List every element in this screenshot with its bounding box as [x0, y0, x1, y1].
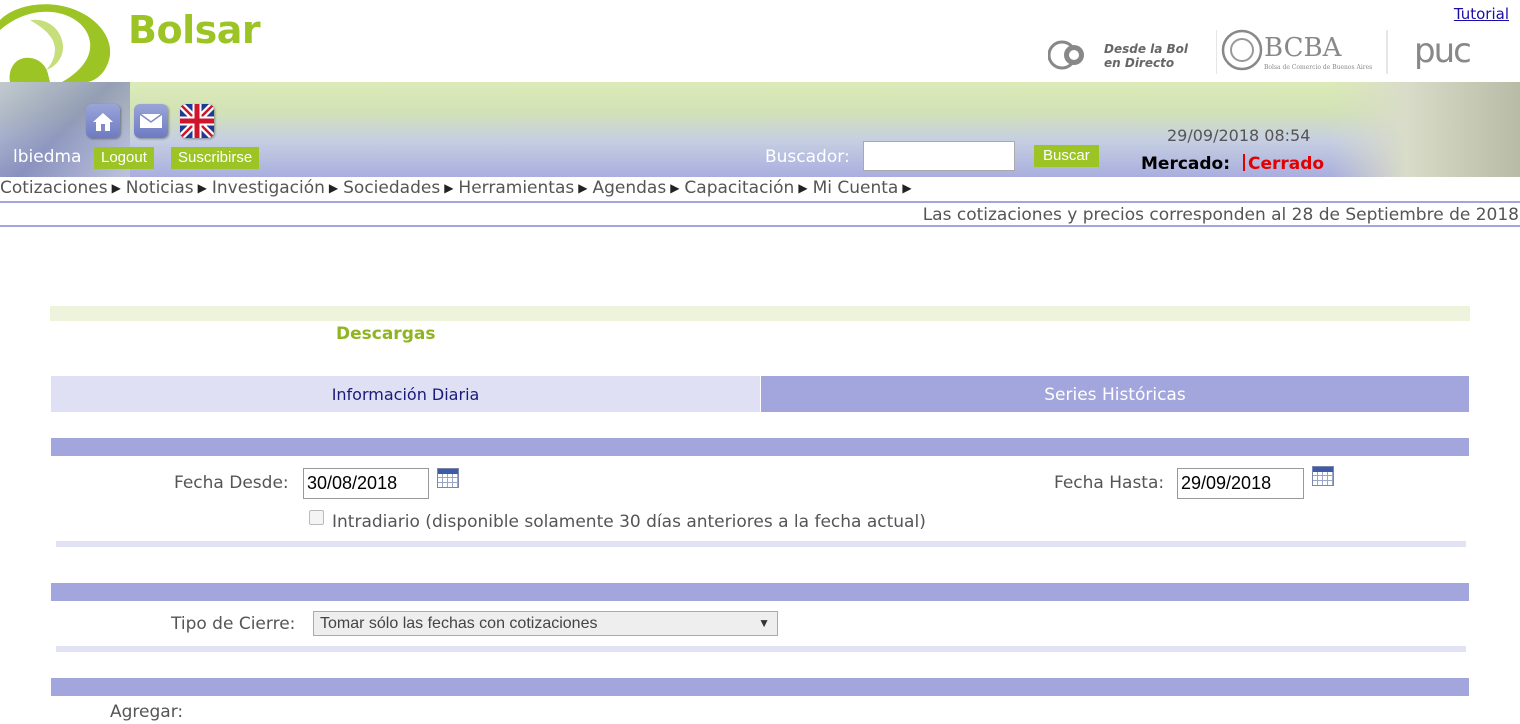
svg-text:puc: puc	[1414, 31, 1470, 71]
nav-item-agendas[interactable]: Agendas	[592, 178, 666, 198]
market-status: Cerrado	[1243, 154, 1324, 174]
datetime-display: 29/09/2018 08:54	[1167, 126, 1311, 145]
mail-icon[interactable]	[134, 104, 168, 138]
nav-divider	[0, 201, 1520, 203]
nav-arrow-icon: ▶	[670, 181, 680, 195]
market-status-text: Cerrado	[1248, 154, 1325, 174]
market-status-marker	[1243, 154, 1245, 171]
section-divider	[51, 678, 1469, 696]
fecha-desde-label: Fecha Desde:	[174, 473, 289, 493]
puc-logo[interactable]: puc	[1412, 28, 1496, 78]
tipo-cierre-select[interactable]: Tomar sólo las fechas con cotizaciones ▼	[313, 611, 778, 636]
intradiario-label: Intradiario (disponible solamente 30 día…	[332, 512, 926, 532]
search-label: Buscador:	[765, 147, 850, 167]
building-photo	[1330, 82, 1520, 177]
nav-item-mi-cuenta[interactable]: Mi Cuenta	[813, 178, 899, 198]
main-nav: Cotizaciones ▶ Noticias ▶ Investigación ▶ Soci…	[0, 178, 917, 200]
home-icon[interactable]	[86, 104, 120, 138]
section-header-bar	[50, 306, 1470, 321]
nav-arrow-icon: ▶	[328, 181, 339, 195]
nav-arrow-icon: ▶	[111, 181, 121, 195]
nav-arrow-icon: ▶	[902, 181, 912, 195]
svg-text:Desde la Bolsa: Desde la Bolsa	[1104, 42, 1188, 56]
tutorial-link[interactable]: Tutorial	[1454, 5, 1509, 23]
subscribe-button[interactable]: Suscribirse	[171, 147, 260, 169]
fecha-hasta-input[interactable]	[1177, 468, 1304, 499]
nav-item-herramientas[interactable]: Herramientas	[458, 178, 574, 198]
nav-item-cotizaciones[interactable]: Cotizaciones	[0, 178, 108, 198]
nav-item-sociedades[interactable]: Sociedades	[343, 178, 440, 198]
bolsar-logo-icon	[0, 4, 111, 82]
nav-arrow-icon: ▶	[197, 181, 207, 195]
bcba-logo[interactable]: BCBA Bolsa de Comercio de Buenos Aires	[1216, 28, 1388, 76]
fecha-hasta-label: Fecha Hasta:	[1054, 473, 1165, 493]
section-divider	[51, 438, 1469, 456]
market-label: Mercado:	[1141, 154, 1231, 174]
prices-date-notice: Las cotizaciones y precios corresponden …	[922, 205, 1519, 225]
section-divider	[51, 583, 1469, 601]
intradiario-checkbox[interactable]	[309, 510, 324, 525]
svg-text:en Directo: en Directo	[1104, 56, 1174, 70]
bolsar-brand-name: Bolsar	[128, 8, 261, 52]
desde-la-bolsa-logo[interactable]: Desde la Bolsa en Directo	[1048, 33, 1188, 77]
uk-flag-icon[interactable]	[180, 104, 214, 138]
svg-text:BCBA: BCBA	[1264, 33, 1343, 63]
search-button[interactable]: Buscar	[1034, 145, 1099, 167]
tipo-cierre-value: Tomar sólo las fechas con cotizaciones	[320, 615, 598, 632]
tab-informacion-diaria[interactable]: Información Diaria	[51, 376, 760, 412]
nav-divider	[0, 225, 1520, 227]
section-divider	[56, 541, 1466, 547]
tipo-cierre-label: Tipo de Cierre:	[171, 614, 296, 634]
fecha-desde-input[interactable]	[303, 468, 429, 499]
svg-text:Bolsa de Comercio de Buenos Ai: Bolsa de Comercio de Buenos Aires	[1264, 64, 1372, 71]
section-divider	[56, 646, 1466, 652]
agregar-label: Agregar:	[110, 702, 184, 722]
nav-item-investigacion[interactable]: Investigación	[212, 178, 325, 198]
tab-series-historicas[interactable]: Series Históricas	[761, 376, 1469, 412]
page-title: Descargas	[336, 324, 436, 344]
nav-arrow-icon: ▶	[444, 181, 454, 195]
nav-arrow-icon: ▶	[578, 181, 588, 195]
dropdown-arrow-icon: ▼	[758, 616, 770, 630]
nav-arrow-icon: ▶	[798, 181, 808, 195]
nav-item-capacitacion[interactable]: Capacitación	[684, 178, 794, 198]
nav-item-noticias[interactable]: Noticias	[126, 178, 194, 198]
logout-button[interactable]: Logout	[94, 147, 154, 169]
calendar-icon[interactable]	[437, 468, 459, 488]
search-input[interactable]	[863, 141, 1015, 171]
username-label: lbiedma	[13, 147, 82, 167]
calendar-icon[interactable]	[1312, 466, 1334, 486]
